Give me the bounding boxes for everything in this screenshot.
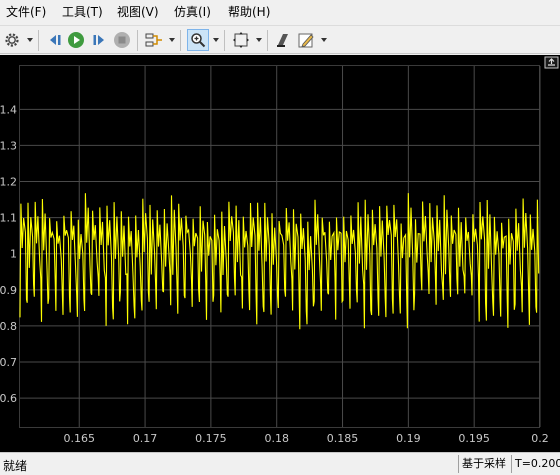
plot-area: [19, 65, 540, 428]
x-tick-label: 0.19: [396, 432, 421, 445]
toolbar-separator: [224, 30, 225, 51]
status-sample-mode: 基于采样: [458, 455, 511, 473]
y-tick-label: 0.9: [0, 284, 17, 297]
y-tick-label: 0.8: [0, 320, 17, 333]
x-tick-label: 0.18: [264, 432, 289, 445]
gear-icon[interactable]: [2, 30, 22, 50]
step-forward-icon[interactable]: [89, 30, 109, 50]
menu-tools[interactable]: 工具(T): [62, 5, 103, 20]
x-tick-label: 0.17: [133, 432, 158, 445]
menu-simulation[interactable]: 仿真(I): [174, 5, 211, 20]
menu-view[interactable]: 视图(V): [117, 5, 159, 20]
fit-view-icon[interactable]: [231, 30, 251, 50]
scope-display[interactable]: 0.165 0.17 0.175 0.18 0.185 0.19 0.195 0.2 0.6 0.…: [0, 55, 560, 452]
toolbar-separator: [137, 30, 138, 51]
toolbar-separator: [267, 30, 268, 51]
toolbar-separator: [38, 30, 39, 51]
stop-icon[interactable]: [112, 30, 132, 50]
x-tick-label: 0.2: [531, 432, 549, 445]
x-tick-label: 0.195: [458, 432, 490, 445]
step-back-icon[interactable]: [45, 30, 65, 50]
x-tick-label: 0.185: [327, 432, 359, 445]
edit-dropdown-arrow[interactable]: [321, 38, 327, 42]
x-tick-label: 0.175: [195, 432, 227, 445]
x-tick-label: 0.165: [63, 432, 95, 445]
gear-dropdown-arrow[interactable]: [27, 38, 33, 42]
y-tick-label: 0.7: [0, 356, 17, 369]
toolbar: [0, 25, 560, 54]
y-tick-label: 1.3: [0, 139, 17, 152]
y-tick-label: 1.1: [0, 212, 17, 225]
signal-selector-icon[interactable]: [144, 30, 164, 50]
edit-icon[interactable]: [296, 30, 316, 50]
status-time: T=0.200: [511, 455, 560, 473]
y-tick-label: 1.4: [0, 103, 17, 116]
menu-bar: 文件(F) 工具(T) 视图(V) 仿真(I) 帮助(H): [0, 0, 560, 25]
menu-file[interactable]: 文件(F): [6, 5, 46, 20]
style-icon[interactable]: [273, 30, 293, 50]
zoom-dropdown-arrow[interactable]: [213, 38, 219, 42]
fit-dropdown-arrow[interactable]: [256, 38, 262, 42]
signal-dropdown-arrow[interactable]: [169, 38, 175, 42]
y-tick-label: 0.6: [0, 392, 17, 405]
y-tick-label: 1: [10, 248, 17, 261]
status-bar: 就绪 基于采样 T=0.200: [0, 452, 560, 475]
undock-button[interactable]: [544, 56, 559, 69]
scope-plot[interactable]: 0.165 0.17 0.175 0.18 0.185 0.19 0.195 0.2 0.6 0.…: [0, 55, 560, 452]
status-ready: 就绪: [3, 459, 28, 473]
y-tick-label: 1.2: [0, 176, 17, 189]
toolbar-separator: [180, 30, 181, 51]
menu-help[interactable]: 帮助(H): [228, 5, 270, 20]
zoom-in-icon[interactable]: [187, 29, 209, 51]
run-icon[interactable]: [66, 30, 86, 50]
